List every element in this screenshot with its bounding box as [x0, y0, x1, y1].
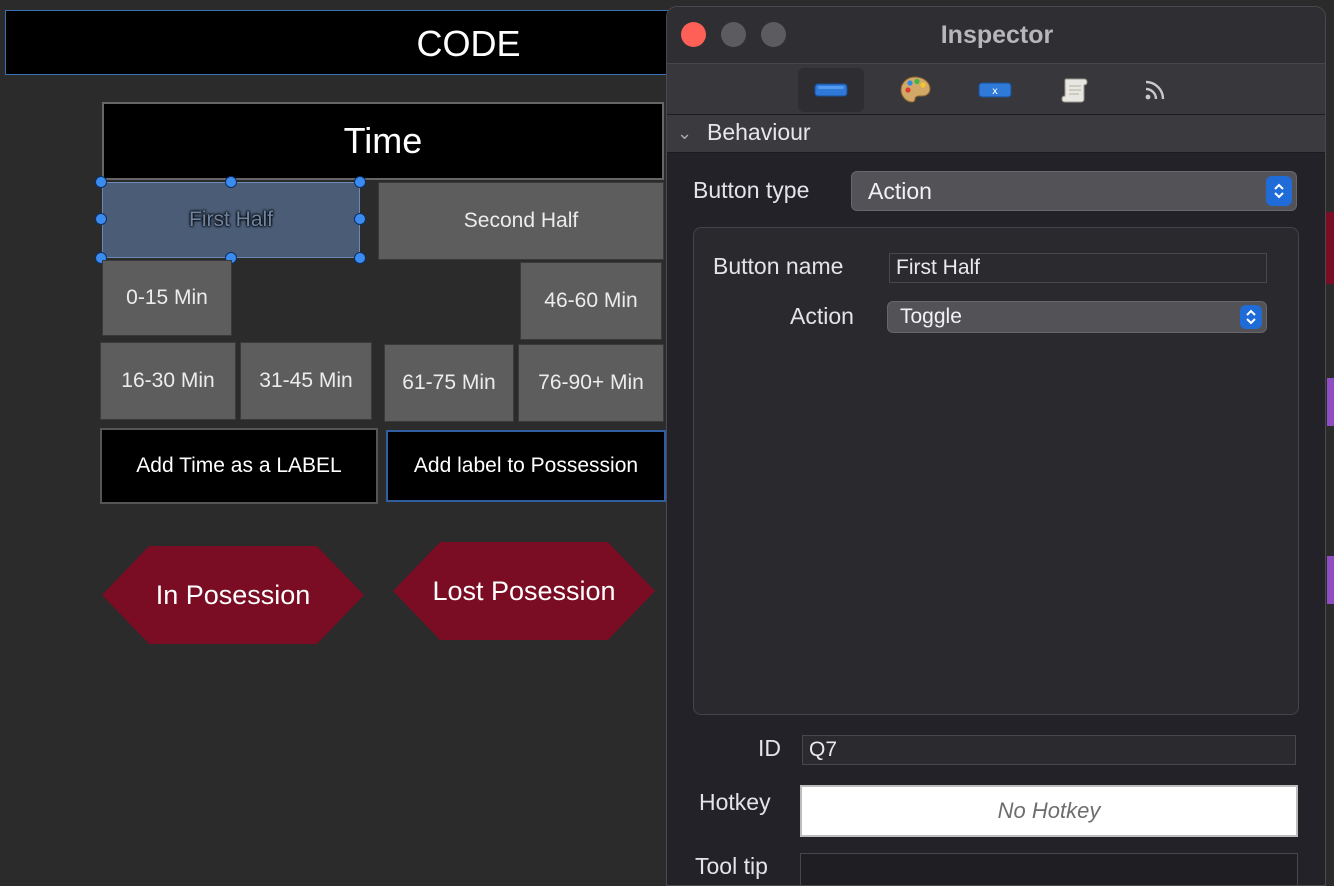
text-field-icon: x	[978, 82, 1012, 98]
action-select[interactable]: Toggle	[887, 301, 1267, 333]
palette-icon	[900, 76, 931, 103]
hotkey-field[interactable]: No Hotkey	[800, 785, 1298, 837]
text-tab[interactable]: x	[962, 68, 1028, 112]
min-0-15-label: 0-15 Min	[126, 286, 208, 309]
feed-tab[interactable]	[1122, 68, 1188, 112]
inspector-title: Inspector	[940, 20, 1054, 49]
script-tab[interactable]	[1042, 68, 1108, 112]
select-stepper-icon	[1240, 305, 1262, 329]
min-76-90-button[interactable]: 76-90+ Min	[518, 344, 664, 422]
time-header[interactable]: Time	[102, 102, 664, 180]
min-61-75-button[interactable]: 61-75 Min	[384, 344, 514, 422]
selection-handle-top-left[interactable]	[95, 176, 107, 188]
add-time-label-button[interactable]: Add Time as a LABEL	[100, 428, 378, 504]
button-name-label: Button name	[713, 253, 844, 279]
selection-handle-right[interactable]	[354, 213, 366, 225]
selection-handle-left[interactable]	[95, 213, 107, 225]
tooltip-field[interactable]	[800, 853, 1298, 885]
min-31-45-button[interactable]: 31-45 Min	[240, 342, 372, 420]
min-61-75-label: 61-75 Min	[402, 371, 496, 394]
id-value: Q7	[809, 738, 838, 761]
add-time-label-text: Add Time as a LABEL	[136, 454, 342, 477]
hotkey-value: No Hotkey	[997, 798, 1101, 823]
second-half-label: Second Half	[463, 209, 579, 232]
min-0-15-button[interactable]: 0-15 Min	[102, 260, 232, 336]
inspector-toolbar: x	[667, 63, 1325, 115]
min-16-30-label: 16-30 Min	[121, 369, 215, 392]
action-value: Toggle	[900, 305, 962, 328]
button-type-value: Action	[868, 177, 932, 204]
in-possession-button[interactable]: In Posession	[102, 546, 364, 644]
selection-handle-top-right[interactable]	[354, 176, 366, 188]
script-icon	[1061, 78, 1088, 103]
inspector-titlebar[interactable]: Inspector	[667, 7, 1325, 63]
action-label: Action	[790, 303, 854, 329]
lost-possession-label: Lost Posession	[432, 575, 616, 606]
inspector-window: Inspector x ⌄ Behaviour Button type Acti…	[666, 6, 1326, 886]
min-46-60-button[interactable]: 46-60 Min	[520, 262, 662, 340]
button-type-label: Button type	[693, 177, 810, 203]
offscreen-red-button[interactable]	[1326, 212, 1334, 284]
first-half-label: First Half	[189, 208, 273, 231]
time-header-label: Time	[343, 120, 423, 161]
min-31-45-label: 31-45 Min	[259, 369, 353, 392]
id-label: ID	[758, 735, 781, 761]
id-field[interactable]: Q7	[802, 735, 1296, 765]
behaviour-tab[interactable]	[798, 68, 864, 112]
behaviour-section-label: Behaviour	[707, 119, 811, 145]
button-icon	[814, 83, 848, 97]
select-stepper-icon	[1266, 176, 1292, 206]
first-half-button[interactable]: First Half	[102, 182, 360, 258]
min-46-60-label: 46-60 Min	[544, 289, 638, 312]
add-label-possession-text: Add label to Possession	[413, 454, 639, 477]
add-label-possession-button[interactable]: Add label to Possession	[386, 430, 666, 502]
svg-text:x: x	[992, 86, 998, 97]
button-type-select[interactable]: Action	[851, 171, 1297, 211]
selection-handle-top[interactable]	[225, 176, 237, 188]
button-name-value: First Half	[896, 256, 980, 279]
feed-icon	[1145, 80, 1165, 100]
chevron-down-icon: ⌄	[677, 123, 693, 143]
offscreen-purple-button-2[interactable]	[1327, 556, 1334, 604]
second-half-button[interactable]: Second Half	[378, 182, 664, 260]
min-16-30-button[interactable]: 16-30 Min	[100, 342, 236, 420]
min-76-90-label: 76-90+ Min	[538, 371, 644, 394]
appearance-tab[interactable]	[882, 68, 948, 112]
behaviour-section-header[interactable]: ⌄ Behaviour	[667, 115, 1325, 153]
offscreen-purple-button-1[interactable]	[1327, 378, 1334, 426]
button-name-field[interactable]: First Half	[889, 253, 1267, 283]
lost-possession-button[interactable]: Lost Posession	[393, 542, 655, 640]
selection-handle-bottom-right[interactable]	[354, 252, 366, 264]
in-possession-label: In Posession	[155, 579, 311, 610]
hotkey-label: Hotkey	[699, 789, 771, 815]
